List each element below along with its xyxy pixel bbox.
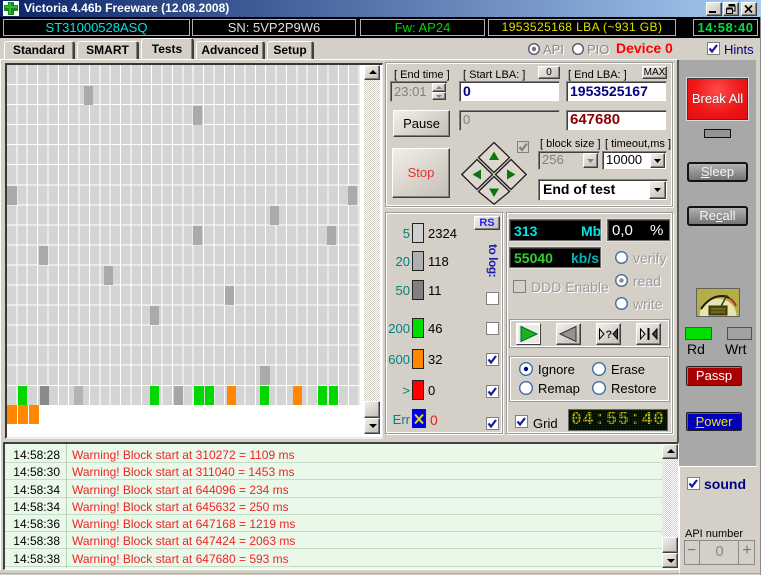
svg-text:?: ? xyxy=(606,329,613,341)
